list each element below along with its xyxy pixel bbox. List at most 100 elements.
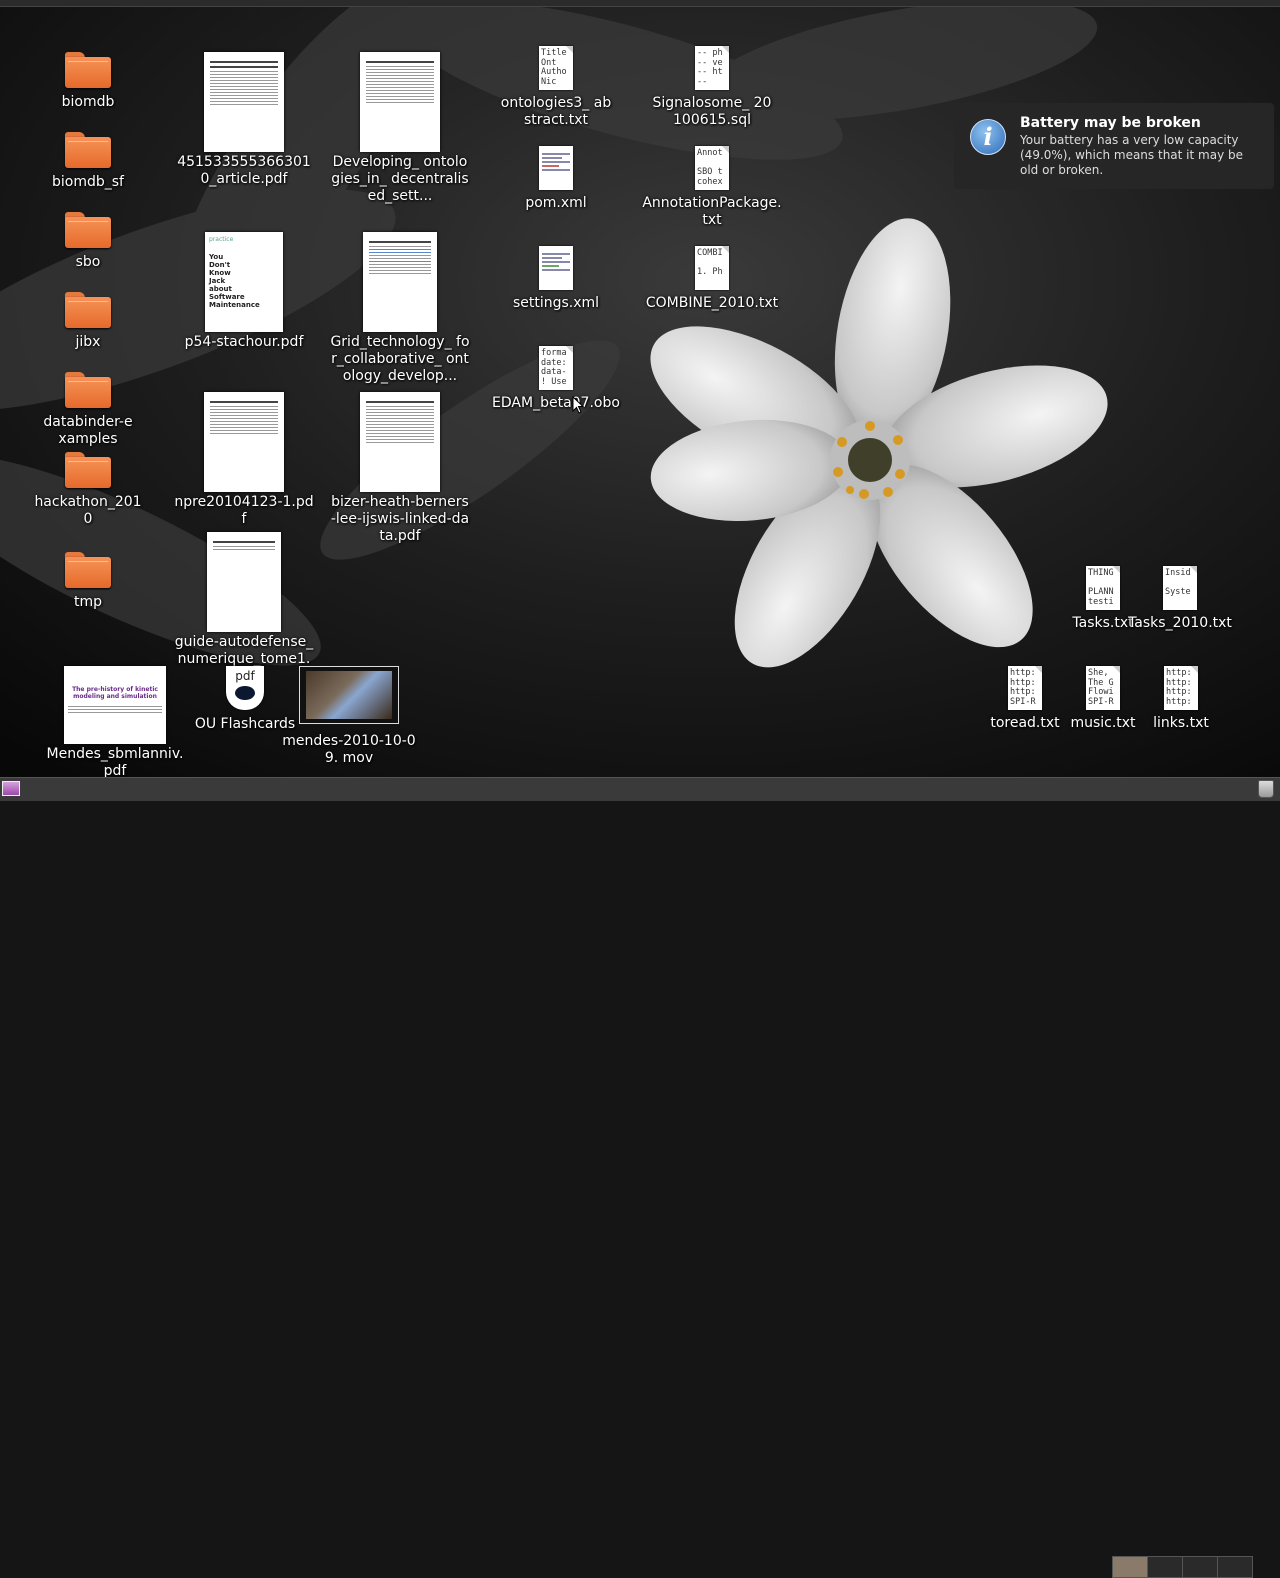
pdf-thumbnail-icon (204, 52, 284, 152)
file-label: Developing_ ontologies_in_ decentralised… (331, 154, 469, 204)
file-movie-mendes[interactable]: mendes-2010-10-09. mov (279, 666, 419, 767)
file-label: toread.txt (990, 715, 1060, 731)
file-annotationpackage[interactable]: Annot SBO t cohex AnnotationPackage. txt (642, 146, 782, 229)
file-pdf-p54-stachour[interactable]: practice You Don't Know Jack about Softw… (184, 232, 304, 351)
pdf-cover-title: The pre-history of kinetic modeling and … (72, 686, 158, 700)
folder-icon (65, 452, 111, 488)
text-file-icon: Insid Syste (1163, 566, 1197, 610)
top-panel (0, 0, 1280, 7)
file-tasks-2010[interactable]: Insid Syste Tasks_2010.txt (1128, 566, 1232, 632)
battery-notification[interactable]: i Battery may be broken Your battery has… (954, 103, 1274, 189)
file-toread[interactable]: http: http: http: SPI-R toread.txt (986, 666, 1064, 732)
pdf-thumbnail-icon (360, 52, 440, 152)
pdf-thumbnail-icon: practice You Don't Know Jack about Softw… (205, 232, 283, 332)
pdf-thumbnail-icon: The pre-history of kinetic modeling and … (64, 666, 166, 744)
folder-label: tmp (73, 594, 102, 610)
file-pdf-mendes-sbmlanniv[interactable]: The pre-history of kinetic modeling and … (45, 666, 185, 780)
file-label: COMBINE_2010.txt (645, 295, 779, 311)
folder-sbo[interactable]: sbo (48, 212, 128, 271)
folder-hackathon-2010[interactable]: hackathon_2010 (33, 452, 143, 528)
text-file-icon: http: http: http: http: (1164, 666, 1198, 710)
folder-icon (65, 292, 111, 328)
file-links[interactable]: http: http: http: http: links.txt (1144, 666, 1218, 732)
file-label: AnnotationPackage. txt (642, 195, 782, 228)
file-label: music.txt (1070, 715, 1136, 731)
file-pom-xml[interactable]: pom.xml (500, 146, 612, 212)
pdf-cover-title: You Don't Know Jack about Software Maint… (209, 253, 260, 309)
file-label: Grid_technology_ for_collaborative_ onto… (330, 334, 470, 384)
info-icon: i (970, 119, 1006, 155)
folder-databinder-examples[interactable]: databinder-examples (43, 372, 133, 448)
file-edam-beta07[interactable]: forma date: data- ! Use EDAM_beta07.obo (490, 346, 622, 412)
file-label: mendes-2010-10-09. mov (282, 733, 416, 766)
folder-biomdb-sf[interactable]: biomdb_sf (48, 132, 128, 191)
pdf-cover-header: practice (209, 236, 234, 243)
file-pdf-bizer-heath[interactable]: bizer-heath-berners-lee-ijswis-linked-da… (330, 392, 470, 545)
folder-icon (65, 132, 111, 168)
folder-label: jibx (75, 334, 101, 350)
file-label: Mendes_sbmlanniv. pdf (46, 746, 184, 779)
file-label: 4515335553663010_article.pdf (177, 154, 311, 187)
file-settings-xml[interactable]: settings.xml (500, 246, 612, 312)
text-file-icon: Title Ont Autho Nic (539, 46, 573, 90)
file-pdf-guide-autodefense[interactable]: guide-autodefense_ numerique_tome1. (174, 532, 314, 668)
text-file-icon: Annot SBO t cohex (695, 146, 729, 190)
notification-body: Your battery has a very low capacity (49… (1020, 133, 1243, 177)
file-label: ontologies3_ abstract.txt (500, 95, 612, 128)
folder-label: biomdb (61, 94, 115, 110)
file-label: npre20104123-1.pdf (174, 494, 314, 527)
file-label: settings.xml (512, 295, 600, 311)
file-label: links.txt (1153, 715, 1209, 731)
file-combine-2010[interactable]: COMBI 1. Ph COMBINE_2010.txt (642, 246, 782, 312)
folder-label: sbo (75, 254, 101, 270)
folder-label: databinder-examples (43, 414, 133, 447)
file-label: guide-autodefense_ numerique_tome1. (174, 634, 314, 667)
text-file-icon: THING PLANN testi (1086, 566, 1120, 610)
file-tasks[interactable]: THING PLANN testi Tasks.txt (1070, 566, 1136, 632)
bottom-panel (0, 777, 1280, 1578)
text-file-icon: She, The G Flowi SPI-R (1086, 666, 1120, 710)
pdf-thumbnail-icon (207, 532, 281, 632)
folder-jibx[interactable]: jibx (48, 292, 128, 351)
file-label: pom.xml (525, 195, 587, 211)
file-pdf-npre20104123[interactable]: npre20104123-1.pdf (174, 392, 314, 528)
folder-tmp[interactable]: tmp (48, 552, 128, 611)
workspace-1[interactable] (1112, 1556, 1148, 1578)
folder-icon (65, 52, 111, 88)
xml-file-icon (539, 246, 573, 290)
file-pdf-developing-ontologies[interactable]: Developing_ ontologies_in_ decentralised… (330, 52, 470, 205)
file-label: p54-stachour.pdf (184, 334, 304, 350)
text-file-icon: http: http: http: SPI-R (1008, 666, 1042, 710)
folder-icon (65, 212, 111, 248)
file-label: bizer-heath-berners-lee-ijswis-linked-da… (330, 494, 470, 544)
pdf-thumbnail-icon (204, 392, 284, 492)
video-thumbnail-icon (299, 666, 399, 724)
text-file-icon: forma date: data- ! Use (539, 346, 573, 390)
file-ontologies3-abstract[interactable]: Title Ont Autho Nic ontologies3_ abstrac… (500, 46, 612, 129)
file-label: Signalosome_ 20100615.sql (652, 95, 772, 128)
folder-biomdb[interactable]: biomdb (48, 52, 128, 111)
pdf-thumbnail-icon (360, 392, 440, 492)
workspace-2[interactable] (1147, 1556, 1183, 1578)
pdf-badge: pdf (235, 669, 255, 683)
folder-label: biomdb_sf (52, 174, 124, 190)
file-pdf-grid-technology[interactable]: Grid_technology_ for_collaborative_ onto… (330, 232, 470, 385)
notification-title: Battery may be broken (1020, 115, 1201, 131)
mouse-cursor-icon (572, 396, 584, 414)
file-signalosome-sql[interactable]: -- ph -- ve -- ht -- Signalosome_ 201006… (652, 46, 772, 129)
text-file-icon: -- ph -- ve -- ht -- (695, 46, 729, 90)
trash-icon[interactable] (1258, 780, 1274, 798)
text-file-icon: COMBI 1. Ph (695, 246, 729, 290)
file-music[interactable]: She, The G Flowi SPI-R music.txt (1066, 666, 1140, 732)
file-pdf-article[interactable]: 4515335553663010_article.pdf (174, 52, 314, 188)
folder-label: hackathon_2010 (34, 494, 142, 527)
flashcards-icon: pdf (226, 666, 264, 710)
workspace-4[interactable] (1217, 1556, 1253, 1578)
show-desktop-icon[interactable] (2, 781, 20, 796)
folder-icon (65, 372, 111, 408)
file-label: EDAM_beta07.obo (492, 395, 620, 411)
file-label: Tasks_2010.txt (1128, 615, 1232, 631)
pdf-thumbnail-icon (363, 232, 437, 332)
folder-icon (65, 552, 111, 588)
workspace-3[interactable] (1182, 1556, 1218, 1578)
